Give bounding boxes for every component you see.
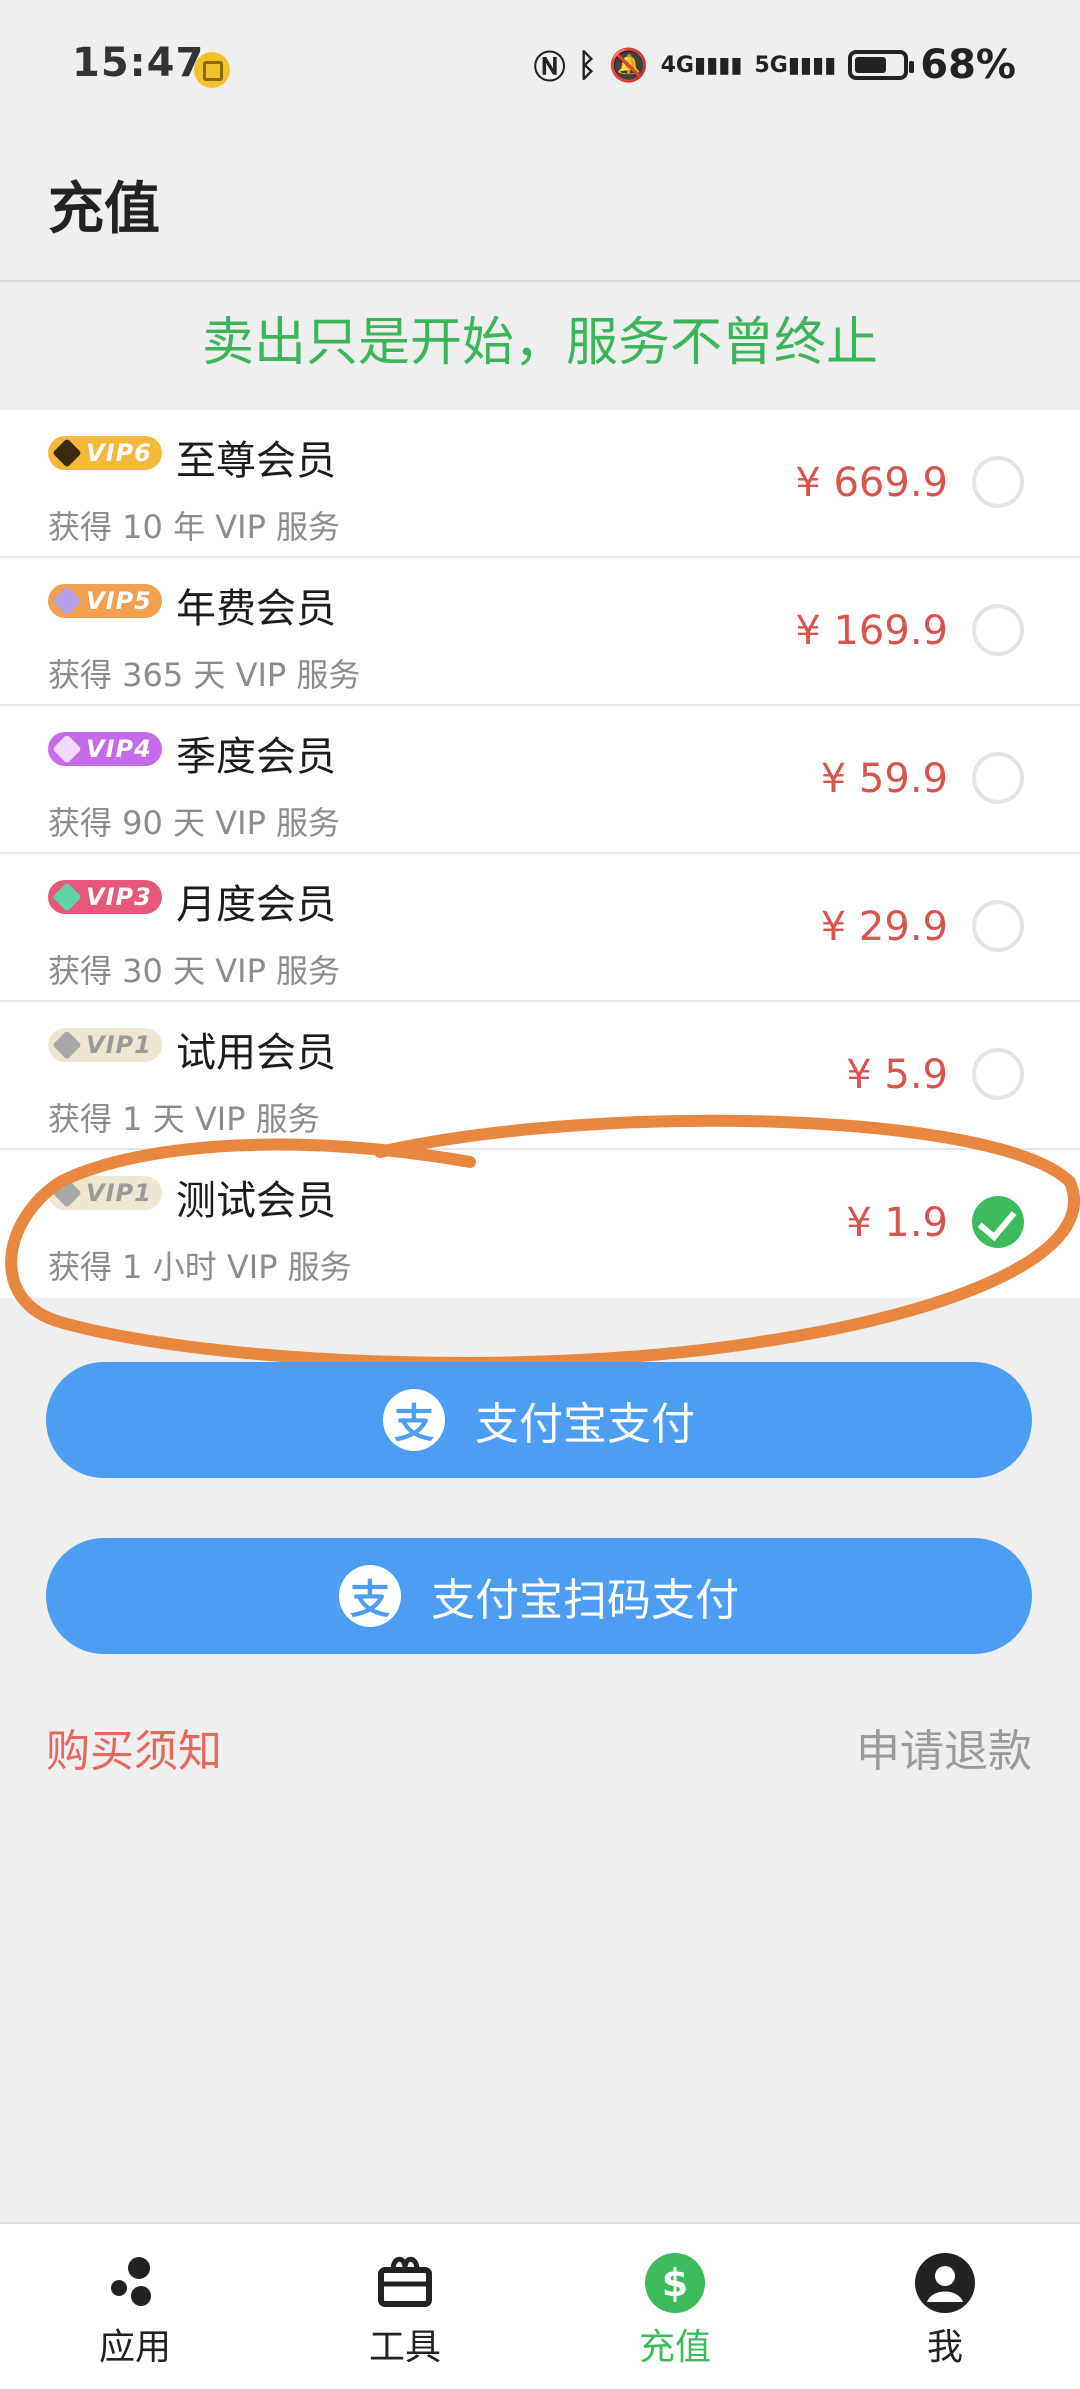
vip-badge: VIP4 <box>48 732 162 766</box>
plan-radio-checked[interactable] <box>972 1196 1024 1248</box>
plan-radio[interactable] <box>972 752 1024 804</box>
nav-item-tools[interactable]: 工具 <box>270 2224 540 2389</box>
plan-description: 获得 10 年 VIP 服务 <box>48 508 341 546</box>
alipay-icon: 支 <box>339 1565 401 1627</box>
diamond-icon <box>52 734 82 764</box>
nav-label: 我 <box>926 2327 963 2368</box>
plan-item-quarterly[interactable]: VIP4 季度会员 获得 90 天 VIP 服务 ¥ 59.9 <box>0 706 1080 854</box>
nav-item-recharge[interactable]: $ 充值 <box>540 2224 810 2389</box>
page-title: 充值 <box>48 177 160 242</box>
screen-record-icon <box>194 52 230 88</box>
plan-item-test[interactable]: VIP1 测试会员 获得 1 小时 VIP 服务 ¥ 1.9 <box>0 1150 1080 1298</box>
nav-item-me[interactable]: 我 <box>810 2224 1080 2389</box>
profile-icon <box>915 2253 975 2313</box>
vip-badge: VIP5 <box>48 584 162 618</box>
signal-5g-icon: 5G▮▮▮▮ <box>754 52 837 78</box>
plan-list: VIP6 至尊会员 获得 10 年 VIP 服务 ¥ 669.9 VIP5 年费… <box>0 410 1080 1298</box>
star-icon <box>52 1178 82 1208</box>
plan-price: ¥ 669.9 <box>795 460 948 506</box>
vip-badge: VIP1 <box>48 1176 162 1210</box>
bluetooth-icon: ᛒ <box>577 46 597 84</box>
plan-description: 获得 90 天 VIP 服务 <box>48 804 341 842</box>
status-icons: Ⓝ ᛒ 🔕 4G▮▮▮▮ 5G▮▮▮▮ 68% <box>534 42 1016 88</box>
bottom-nav: 应用 工具 $ 充值 我 <box>0 2222 1080 2389</box>
alipay-icon: 支 <box>383 1389 445 1451</box>
plan-radio[interactable] <box>972 1048 1024 1100</box>
plan-radio[interactable] <box>972 604 1024 656</box>
plan-description: 获得 1 小时 VIP 服务 <box>48 1248 352 1286</box>
diamond-icon <box>52 882 82 912</box>
plan-name: 测试会员 <box>176 1178 336 1224</box>
nav-label: 充值 <box>638 2327 711 2368</box>
refund-link[interactable]: 申请退款 <box>856 1715 1032 1779</box>
plan-name: 季度会员 <box>176 734 336 780</box>
plan-description: 获得 30 天 VIP 服务 <box>48 952 341 990</box>
plan-price: ¥ 29.9 <box>820 904 948 950</box>
plan-item-trial[interactable]: VIP1 试用会员 获得 1 天 VIP 服务 ¥ 5.9 <box>0 1002 1080 1150</box>
vip-badge: VIP6 <box>48 436 162 470</box>
plan-name: 至尊会员 <box>176 438 336 484</box>
toolbox-icon <box>378 2256 432 2307</box>
plan-item-monthly[interactable]: VIP3 月度会员 获得 30 天 VIP 服务 ¥ 29.9 <box>0 854 1080 1002</box>
status-bar: 15:47 Ⓝ ᛒ 🔕 4G▮▮▮▮ 5G▮▮▮▮ 68% <box>0 0 1080 136</box>
nav-label: 应用 <box>98 2327 171 2368</box>
plan-item-supreme[interactable]: VIP6 至尊会员 获得 10 年 VIP 服务 ¥ 669.9 <box>0 410 1080 558</box>
plan-item-annual[interactable]: VIP5 年费会员 获得 365 天 VIP 服务 ¥ 169.9 <box>0 558 1080 706</box>
dollar-icon: $ <box>645 2253 705 2313</box>
star-icon <box>52 1030 82 1060</box>
status-time: 15:47 <box>72 40 205 86</box>
slogan: 卖出只是开始，服务不曾终止 <box>201 313 878 373</box>
alipay-qr-button[interactable]: 支 支付宝扫码支付 <box>46 1538 1032 1654</box>
purchase-notice-link[interactable]: 购买须知 <box>46 1715 222 1779</box>
plan-price: ¥ 5.9 <box>846 1052 948 1098</box>
plan-price: ¥ 59.9 <box>820 756 948 802</box>
nfc-icon: Ⓝ <box>533 48 566 86</box>
apps-icon <box>111 2257 151 2306</box>
nav-label: 工具 <box>368 2327 441 2368</box>
plan-name: 月度会员 <box>176 882 336 928</box>
alipay-qr-button-label: 支付宝扫码支付 <box>431 1575 739 1626</box>
plan-name: 试用会员 <box>176 1030 336 1076</box>
diamond-icon <box>52 438 82 468</box>
svg-text:$: $ <box>662 2261 688 2305</box>
vip-badge: VIP1 <box>48 1028 162 1062</box>
plan-radio[interactable] <box>972 900 1024 952</box>
plan-name: 年费会员 <box>176 586 336 632</box>
plan-description: 获得 1 天 VIP 服务 <box>48 1100 320 1138</box>
signal-4g-icon: 4G▮▮▮▮ <box>660 52 743 78</box>
battery-icon <box>848 50 915 80</box>
vip-badge: VIP3 <box>48 880 162 914</box>
plan-price: ¥ 169.9 <box>795 608 948 654</box>
diamond-icon <box>52 586 82 616</box>
app-header: 充值 <box>0 136 1080 282</box>
plan-price: ¥ 1.9 <box>846 1200 948 1246</box>
plan-radio[interactable] <box>972 456 1024 508</box>
alipay-button[interactable]: 支 支付宝支付 <box>46 1362 1032 1478</box>
nav-item-apps[interactable]: 应用 <box>0 2224 270 2389</box>
alipay-button-label: 支付宝支付 <box>475 1399 695 1450</box>
plan-description: 获得 365 天 VIP 服务 <box>48 656 361 694</box>
mute-icon: 🔕 <box>608 46 649 84</box>
battery-percent: 68% <box>920 42 1016 88</box>
